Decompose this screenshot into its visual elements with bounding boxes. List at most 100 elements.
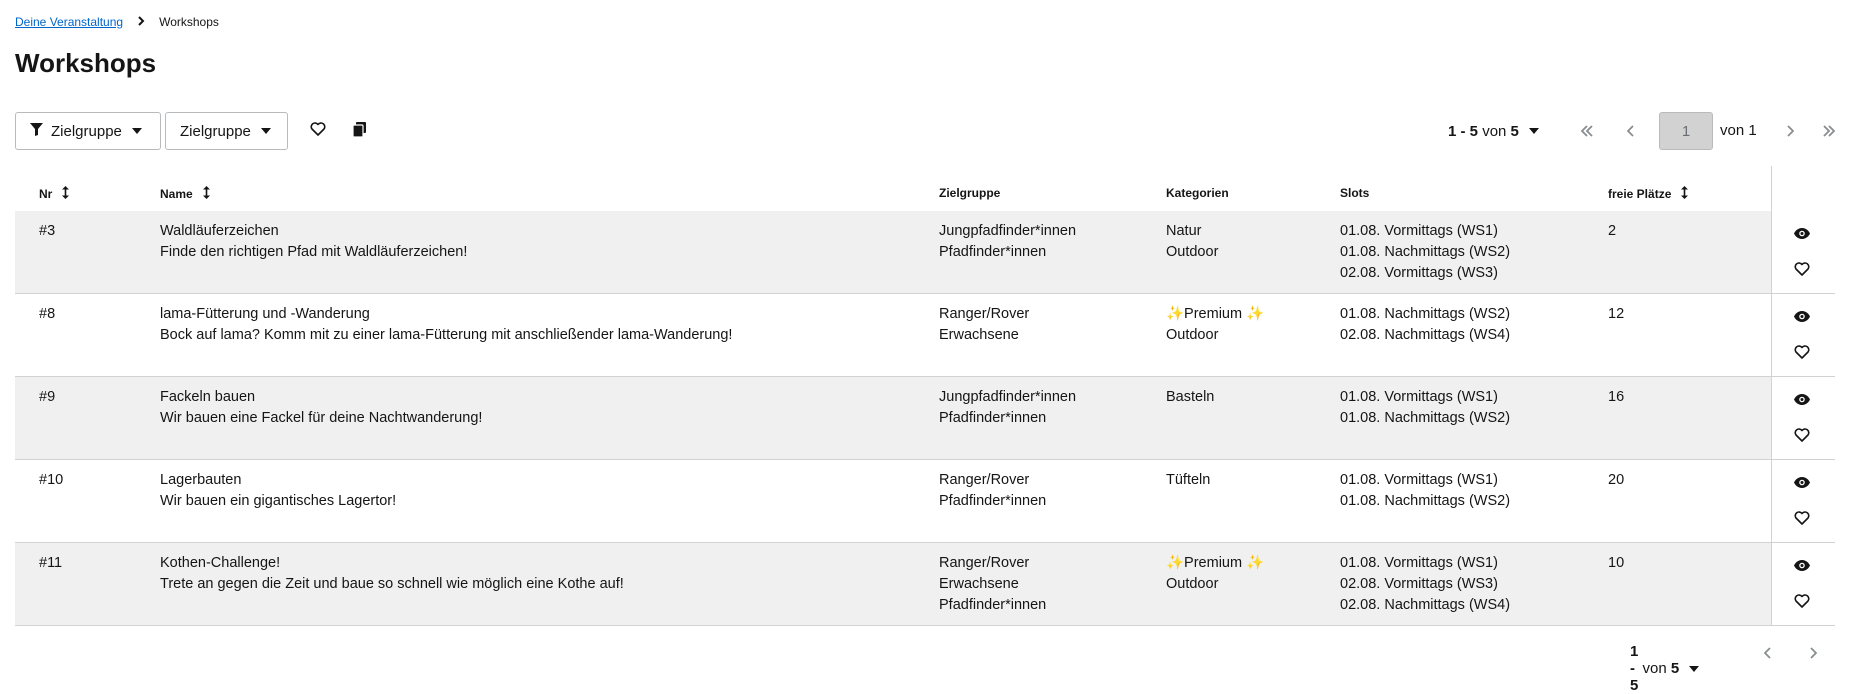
cell-slots: 01.08. Vormittags (WS1) 01.08. Nachmittag… [1340,387,1510,429]
per-page-dropdown[interactable]: 1 - 5 von 5 [1448,123,1539,140]
cell-nr: #8 [39,306,56,322]
heart-outline-icon [1794,262,1810,280]
cell-slots-item: 01.08. Nachmittags (WS2) [1340,306,1511,322]
favorite-button[interactable] [1790,425,1814,449]
table-body: #3 Waldläuferzeichen Finde den richtigen P… [15,211,1835,626]
heart-outline-icon [1794,428,1810,446]
view-details-button[interactable] [1790,222,1814,246]
table-row: #8 lama-Fütterung und -Wanderung Bock auf … [15,294,1835,377]
view-details-button[interactable] [1790,471,1814,495]
page-of-label: von 1 [1720,122,1757,139]
column-header-kategorien-label: Kategorien [1166,186,1229,200]
sort-icon [62,186,70,202]
prev-page-button[interactable] [1616,112,1646,150]
filter-attribute-label: Zielgruppe [51,122,122,140]
cell-freie-plaetze: 10 [1608,555,1625,571]
breadcrumb-link-veranstaltung[interactable]: Deine Veranstaltung [15,15,123,29]
workshop-title: Lagerbauten [160,472,242,488]
copy-button[interactable] [342,112,376,150]
workshop-description: Wir bauen ein gigantisches Lagertor! [160,493,397,509]
chevron-right-icon [137,15,145,29]
cell-freie-plaetze: 12 [1608,306,1625,322]
column-header-slots-label: Slots [1340,186,1370,200]
workshops-table: Nr Name Zielgruppe Kategorien Slots frei… [15,166,1835,626]
column-header-name-label: Name [160,187,193,201]
view-details-button[interactable] [1790,388,1814,412]
cell-zielgruppe: Jungpfadfinder*innen Pfadfinder*innen [939,387,1076,429]
cell-kategorien-item: Outdoor [1166,327,1219,343]
workshop-description: Bock auf lama? Komm mit zu einer lama-Fü… [160,327,733,343]
pagination-von: von [1482,122,1507,140]
cell-slots-item: 01.08. Vormittags (WS1) [1340,555,1498,571]
table-row: #10 Lagerbauten Wir bauen ein gigantisches… [15,460,1835,543]
column-header-zielgruppe: Zielgruppe [939,186,1000,200]
heart-outline-icon [1794,345,1810,363]
workshop-description: Wir bauen eine Fackel für deine Nachtwan… [160,410,483,426]
cell-name: Waldläuferzeichen Finde den richtigen Pfa… [160,221,467,263]
column-header-nr-label: Nr [39,187,53,201]
per-page-dropdown-bottom[interactable]: 1 - 5 von 5 [1630,643,1700,694]
column-header-nr[interactable]: Nr [39,186,70,202]
caret-down-icon [1689,665,1700,672]
favorites-filter-button[interactable] [301,112,335,150]
cell-slots: 01.08. Vormittags (WS1) 01.08. Nachmittag… [1340,221,1510,284]
workshop-title: Fackeln bauen [160,389,256,405]
pagination-von: von [1642,660,1667,677]
cell-kategorien-item: Outdoor [1166,576,1219,592]
cell-name: Lagerbauten Wir bauen ein gigantisches La… [160,470,396,512]
cell-slots-item: 01.08. Vormittags (WS1) [1340,472,1498,488]
page-number-input[interactable] [1659,112,1713,150]
cell-kategorien-item: Tüfteln [1166,472,1211,488]
next-page-button-bottom[interactable] [1798,634,1828,672]
filter-value-label: Zielgruppe [180,122,251,140]
workshop-description: Trete an gegen die Zeit und baue so schn… [160,576,624,592]
view-details-button[interactable] [1790,554,1814,578]
sort-icon [1681,186,1689,202]
eye-icon [1794,558,1810,575]
breadcrumb-current: Workshops [159,15,219,29]
heart-outline-icon [1794,511,1810,529]
column-header-name[interactable]: Name [160,186,210,202]
cell-slots-item: 01.08. Nachmittags (WS2) [1340,410,1511,426]
filter-icon [30,122,43,140]
cell-zielgruppe-item: Ranger/Rover [939,472,1030,488]
table-row: #3 Waldläuferzeichen Finde den richtigen P… [15,211,1835,294]
favorite-button[interactable] [1790,508,1814,532]
cell-slots-item: 02.08. Nachmittags (WS4) [1340,327,1511,343]
next-page-button[interactable] [1775,112,1805,150]
cell-slots-item: 02.08. Vormittags (WS3) [1340,265,1498,281]
toolbar: Zielgruppe Zielgruppe 1 - 5 von 5 von 1 [15,112,1850,150]
table-row: #11 Kothen-Challenge! Trete an gegen die Z… [15,543,1835,626]
cell-zielgruppe-item: Ranger/Rover [939,306,1030,322]
chevron-right-icon [1809,643,1818,664]
cell-slots: 01.08. Nachmittags (WS2) 02.08. Nachmitta… [1340,304,1510,346]
last-page-button[interactable] [1814,112,1844,150]
cell-nr: #9 [39,389,56,405]
favorite-button[interactable] [1790,591,1814,615]
cell-slots-item: 01.08. Vormittags (WS1) [1340,389,1498,405]
first-page-button[interactable] [1572,112,1602,150]
cell-kategorien: ✨Premium ✨ Outdoor [1166,304,1264,346]
filter-value-dropdown[interactable]: Zielgruppe [165,112,288,150]
cell-zielgruppe: Ranger/Rover Pfadfinder*innen [939,470,1046,512]
view-details-button[interactable] [1790,305,1814,329]
caret-down-icon [260,128,271,134]
column-header-freie-plaetze[interactable]: freie Plätze [1608,186,1689,202]
cell-zielgruppe-item: Erwachsene [939,327,1019,343]
cell-slots-item: 01.08. Nachmittags (WS2) [1340,244,1511,260]
prev-page-button-bottom[interactable] [1753,634,1783,672]
cell-kategorien-item: Outdoor [1166,244,1219,260]
cell-zielgruppe: Ranger/Rover Erwachsene Pfadfinder*innen [939,553,1046,616]
cell-kategorien: Natur Outdoor [1166,221,1218,263]
cell-zielgruppe-item: Pfadfinder*innen [939,410,1047,426]
workshop-title: Kothen-Challenge! [160,555,281,571]
pagination-range: 1 - 5 [1630,643,1639,694]
filter-attribute-dropdown[interactable]: Zielgruppe [15,112,161,150]
chevron-right-icon [1786,121,1795,142]
cell-slots: 01.08. Vormittags (WS1) 01.08. Nachmittag… [1340,470,1510,512]
cell-slots-item: 01.08. Vormittags (WS1) [1340,223,1498,239]
favorite-button[interactable] [1790,259,1814,283]
workshop-title: lama-Fütterung und -Wanderung [160,306,370,322]
cell-kategorien-item: Natur [1166,223,1202,239]
favorite-button[interactable] [1790,342,1814,366]
